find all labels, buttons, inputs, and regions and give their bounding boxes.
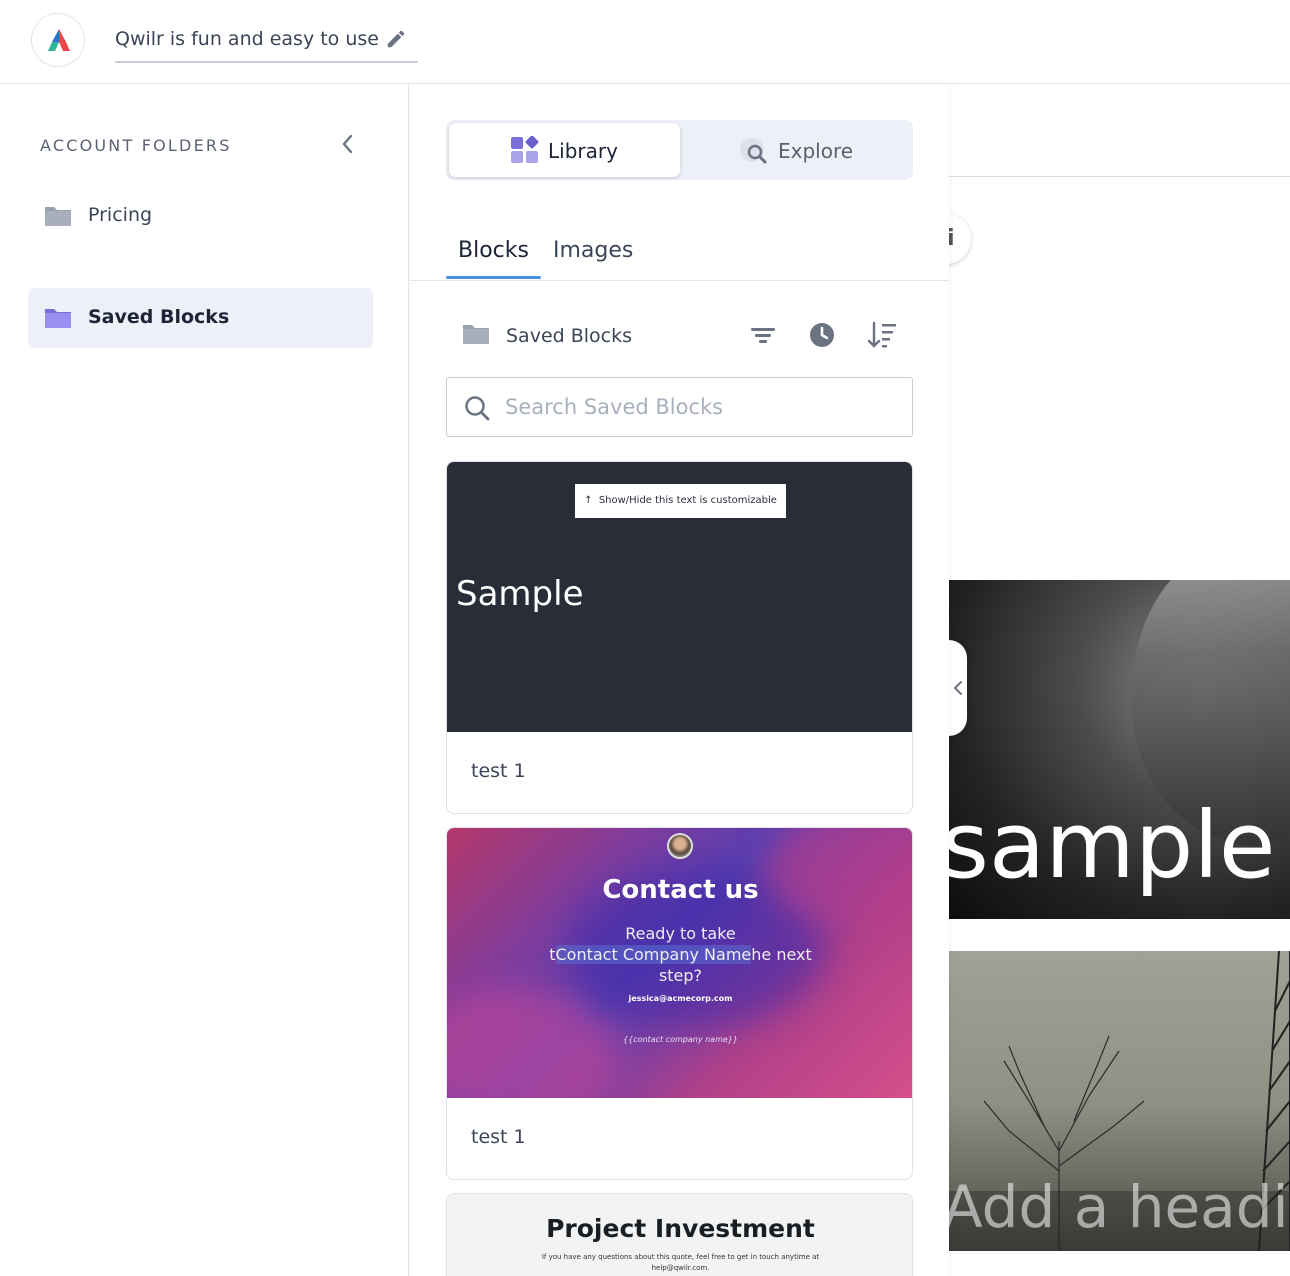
top-bar: Qwilr is fun and easy to use (0, 0, 1290, 84)
thumbnail-text: Ready to take (625, 924, 736, 943)
tab-blocks[interactable]: Blocks (458, 238, 529, 263)
text-fragment: t (549, 945, 556, 964)
block-thumbnail: ↑ Show/Hide this text is customizable Sa… (447, 462, 912, 732)
active-tab-indicator (446, 276, 541, 279)
hero-block[interactable]: sample (949, 580, 1290, 919)
document-title-field[interactable]: Qwilr is fun and easy to use (115, 22, 418, 63)
info-icon[interactable]: i (949, 214, 971, 264)
folder-icon (43, 306, 73, 334)
thumbnail-pill: ↑ Show/Hide this text is customizable (575, 484, 786, 518)
sidebar-item-saved-blocks[interactable]: Saved Blocks (28, 288, 373, 348)
saved-block-card[interactable]: ↑ Show/Hide this text is customizable Sa… (446, 461, 913, 814)
arrow-up-icon: ↑ (584, 495, 599, 506)
pill-text: Show/Hide this text is customizable (598, 495, 777, 506)
explore-label: Explore (778, 139, 854, 163)
thumbnail-text: step? (658, 966, 703, 985)
content-tabs: Blocks Images (410, 224, 949, 281)
saved-block-card[interactable]: Project Investment If you have any quest… (446, 1193, 913, 1276)
avatar (667, 833, 693, 859)
image-block[interactable]: Add a headin (949, 951, 1290, 1251)
sidebar-item-pricing[interactable]: Pricing (28, 186, 373, 246)
filter-icon[interactable] (748, 320, 778, 350)
qwilr-logo-icon[interactable] (31, 13, 85, 67)
explore-icon (739, 136, 769, 170)
thumbnail-heading: Sample (456, 574, 584, 614)
chevron-left-icon (953, 681, 962, 695)
tab-images[interactable]: Images (553, 238, 633, 263)
library-explore-toggle: Library Explore (446, 120, 913, 180)
saved-block-card[interactable]: Contact us Ready to take tContact Compan… (446, 827, 913, 1180)
library-label: Library (548, 139, 618, 163)
history-icon[interactable] (807, 320, 837, 350)
thumbnail-text: tContact Company Namehe next (447, 945, 912, 964)
sidebar-heading: ACCOUNT FOLDERS (40, 136, 232, 155)
account-folders-sidebar: ACCOUNT FOLDERS Pricing Saved Blocks (0, 84, 409, 1276)
current-folder-row: Saved Blocks (446, 312, 913, 358)
editor-preview: i sample Add a headin (949, 84, 1290, 1276)
hero-text[interactable]: sample (949, 792, 1276, 899)
chevron-left-icon[interactable] (338, 133, 358, 155)
divider (949, 176, 1290, 177)
thumbnail-text: If you have any questions about this quo… (541, 1253, 820, 1272)
document-title[interactable]: Qwilr is fun and easy to use (115, 28, 379, 50)
thumbnail-title: Contact us (602, 875, 759, 905)
block-thumbnail: Contact us Ready to take tContact Compan… (447, 828, 912, 1098)
library-panel: Library Explore Blocks Images Saved Bloc… (410, 84, 949, 1276)
panel-collapse-tab[interactable] (949, 640, 967, 736)
explore-button[interactable]: Explore (680, 123, 910, 177)
block-thumbnail: Project Investment If you have any quest… (447, 1194, 912, 1276)
card-label: test 1 (471, 1126, 526, 1148)
thumbnail-email: jessica@acmecorp.com (628, 994, 733, 1003)
library-icon (510, 135, 540, 168)
folder-icon (461, 322, 491, 350)
heading-placeholder[interactable]: Add a headin (949, 1173, 1290, 1241)
search-box (446, 377, 913, 437)
library-button[interactable]: Library (449, 123, 680, 177)
search-input[interactable] (505, 390, 895, 424)
sort-icon[interactable] (866, 320, 896, 350)
card-label: test 1 (471, 760, 526, 782)
thumbnail-title: Project Investment (546, 1214, 815, 1243)
sidebar-item-label: Saved Blocks (88, 306, 230, 328)
thumbnail-company: {{contact company name}} (623, 1035, 738, 1044)
pencil-icon[interactable] (385, 28, 407, 54)
folder-icon (43, 204, 73, 232)
text-fragment: he next (751, 945, 812, 964)
current-folder-label: Saved Blocks (506, 325, 633, 347)
search-icon (463, 394, 491, 426)
sidebar-item-label: Pricing (88, 204, 153, 226)
highlighted-token: Contact Company Name (555, 945, 752, 964)
